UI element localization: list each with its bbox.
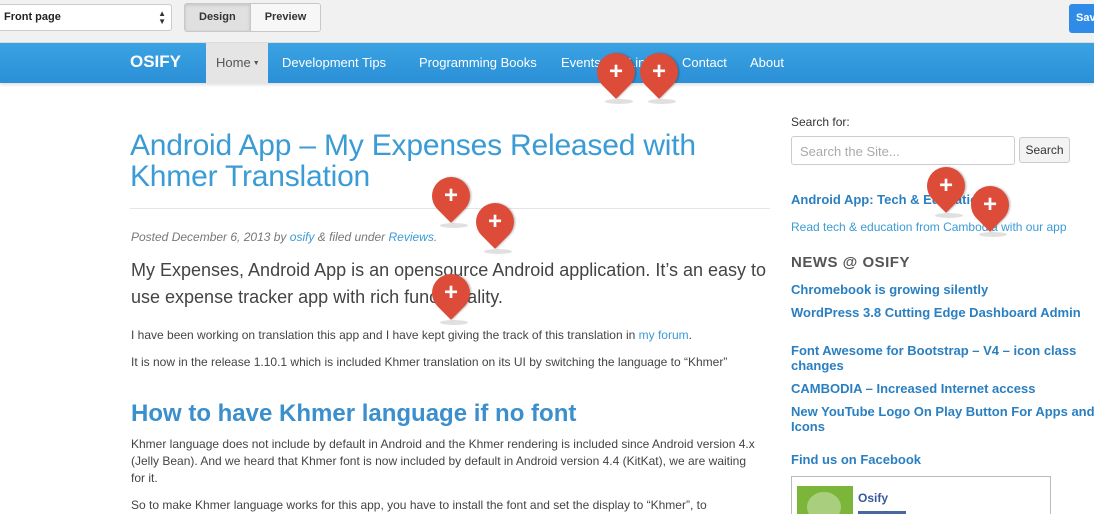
caret-down-icon: ▼: [252, 60, 260, 67]
add-widget-pin[interactable]: +: [424, 266, 478, 325]
design-button[interactable]: Design: [185, 4, 250, 31]
post-meta: Posted December 6, 2013 by osify & filed…: [131, 230, 437, 244]
add-widget-pin[interactable]: +: [424, 169, 478, 228]
site-navbar: OSIFY Home ▼ Development Tips Programming…: [0, 43, 1094, 83]
pin-shadow: [979, 232, 1007, 237]
category-link[interactable]: Reviews: [389, 230, 434, 244]
pin-shadow: [440, 223, 468, 228]
search-label: Search for:: [791, 115, 850, 129]
add-widget-pin[interactable]: +: [468, 195, 522, 254]
author-link[interactable]: osify: [290, 230, 315, 244]
pin-shadow: [440, 320, 468, 325]
pin-shadow: [648, 99, 676, 104]
mode-toggle: Design Preview: [184, 3, 322, 32]
add-widget-pin[interactable]: +: [919, 159, 973, 218]
post-paragraph: I have been working on translation this …: [131, 327, 761, 344]
nav-item-label: Home: [216, 55, 251, 70]
news-link[interactable]: Chromebook is growing silently: [791, 282, 1094, 297]
pin-shadow: [605, 99, 633, 104]
meta-suffix: .: [433, 230, 438, 244]
nav-item-programming-books[interactable]: Programming Books: [419, 43, 537, 83]
plus-icon: +: [608, 58, 623, 85]
paragraph-end: .: [688, 328, 692, 342]
facebook-heading[interactable]: Find us on Facebook: [791, 452, 1094, 467]
section-heading: How to have Khmer language if no font: [131, 400, 577, 427]
add-widget-pin[interactable]: +: [632, 45, 686, 104]
nav-item-development-tips[interactable]: Development Tips: [282, 43, 386, 83]
meta-prefix: Posted December 6, 2013 by: [131, 230, 290, 244]
plus-icon: +: [651, 58, 666, 85]
nav-item-events[interactable]: Events: [561, 43, 601, 83]
facebook-widget: Osify: [791, 476, 1051, 514]
post-paragraph: So to make Khmer language works for this…: [131, 498, 707, 512]
save-button[interactable]: Save: [1069, 4, 1094, 33]
add-widget-pin[interactable]: +: [963, 178, 1017, 237]
customizer-toolbar: Front page ▲▼ Design Preview Save: [0, 0, 1094, 43]
select-arrows-icon: ▲ ▼: [158, 9, 166, 26]
plus-icon: +: [982, 191, 997, 218]
page-select[interactable]: Front page ▲ ▼: [0, 4, 172, 31]
plus-icon: +: [938, 172, 953, 199]
page-select-value: Front page: [4, 11, 61, 23]
post-paragraph: Khmer language does not include by defau…: [131, 437, 755, 485]
search-input[interactable]: Search the Site...: [791, 136, 1015, 165]
plus-icon: +: [443, 182, 458, 209]
news-link[interactable]: WordPress 3.8 Cutting Edge Dashboard Adm…: [791, 305, 1094, 320]
news-heading: NEWS @ OSIFY: [791, 254, 910, 271]
facebook-page-name[interactable]: Osify: [858, 491, 888, 505]
osify-logo[interactable]: [797, 486, 853, 514]
preview-button[interactable]: Preview: [249, 4, 321, 31]
site-brand[interactable]: OSIFY: [130, 52, 181, 72]
meta-mid: & filed under: [314, 230, 389, 244]
post-paragraph: It is now in the release 1.10.1 which is…: [131, 355, 728, 369]
nav-item-about[interactable]: About: [750, 43, 784, 83]
promo-sub-link[interactable]: Read tech & education from Cambodia with…: [791, 220, 1067, 234]
nav-item-contact[interactable]: Contact: [682, 43, 727, 83]
paragraph-text: I have been working on translation this …: [131, 328, 639, 342]
search-button[interactable]: Search: [1019, 137, 1070, 163]
plus-icon: +: [443, 279, 458, 306]
news-link[interactable]: Font Awesome for Bootstrap – V4 – icon c…: [791, 343, 1094, 373]
add-widget-pin[interactable]: +: [589, 45, 643, 104]
forum-link[interactable]: my forum: [639, 328, 689, 342]
news-link[interactable]: New YouTube Logo On Play Button For Apps…: [791, 404, 1094, 434]
nav-item-home[interactable]: Home ▼: [206, 43, 268, 83]
pin-shadow: [484, 249, 512, 254]
news-link[interactable]: CAMBODIA – Increased Internet access: [791, 381, 1094, 396]
pin-shadow: [935, 213, 963, 218]
plus-icon: +: [487, 208, 502, 235]
